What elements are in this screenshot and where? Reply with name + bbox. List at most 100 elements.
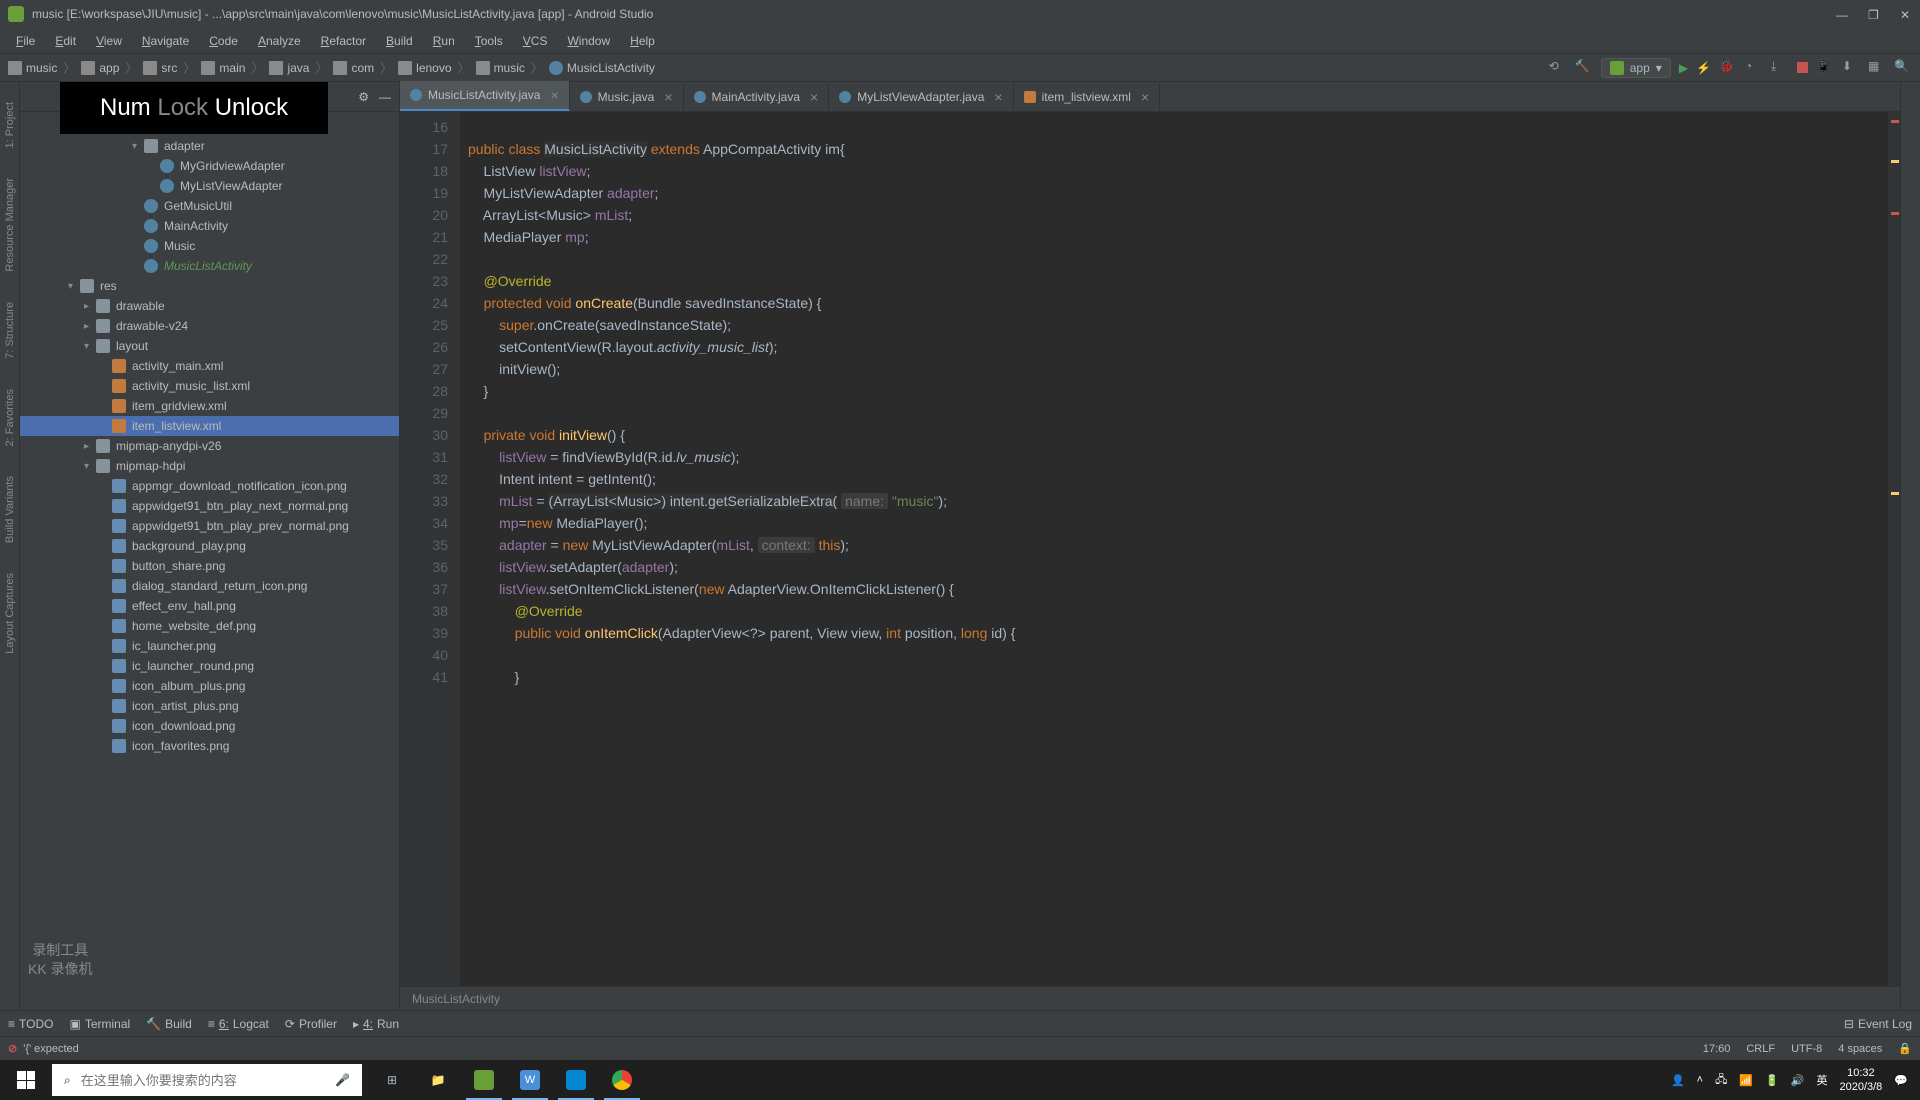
breadcrumb-class[interactable]: MusicListActivity xyxy=(412,992,500,1006)
tool-build-variants[interactable]: Build Variants xyxy=(4,476,16,543)
tab-MyListViewAdapter.java[interactable]: MyListViewAdapter.java× xyxy=(829,83,1013,111)
menu-code[interactable]: Code xyxy=(201,32,246,50)
tree-item[interactable]: icon_artist_plus.png xyxy=(20,696,399,716)
bottom-tab-profiler[interactable]: ⟳ Profiler xyxy=(285,1017,337,1031)
attach-icon[interactable]: ⤓ xyxy=(1771,59,1789,77)
status-CRLF[interactable]: CRLF xyxy=(1746,1043,1775,1055)
tree-item[interactable]: ▾mipmap-hdpi xyxy=(20,456,399,476)
avd-icon[interactable]: 📱 xyxy=(1816,59,1834,77)
tree-item[interactable]: ▾res xyxy=(20,276,399,296)
tab-close-icon[interactable]: × xyxy=(994,89,1002,105)
menu-file[interactable]: File xyxy=(8,32,43,50)
tree-item[interactable]: ▾layout xyxy=(20,336,399,356)
menu-build[interactable]: Build xyxy=(378,32,421,50)
tree-item[interactable]: dialog_standard_return_icon.png xyxy=(20,576,399,596)
tree-item[interactable]: MainActivity xyxy=(20,216,399,236)
code-content[interactable]: public class MusicListActivity extends A… xyxy=(460,112,1888,986)
tree-item[interactable]: item_gridview.xml xyxy=(20,396,399,416)
tool-2-favorites[interactable]: 2: Favorites xyxy=(4,389,16,446)
tree-item[interactable]: GetMusicUtil xyxy=(20,196,399,216)
tool-1-project[interactable]: 1: Project xyxy=(4,102,16,148)
menu-window[interactable]: Window xyxy=(559,32,618,50)
tray-chevron-icon[interactable]: ˄ xyxy=(1697,1074,1703,1086)
tool-7-structure[interactable]: 7: Structure xyxy=(4,302,16,359)
line-gutter[interactable]: 1617181920212223242526272829303132333435… xyxy=(400,112,460,986)
status-17:60[interactable]: 17:60 xyxy=(1703,1043,1731,1055)
battery-icon[interactable]: 🔋 xyxy=(1765,1074,1779,1087)
tree-item[interactable]: home_website_def.png xyxy=(20,616,399,636)
breadcrumb-java[interactable]: java xyxy=(269,61,309,75)
tree-item[interactable]: activity_main.xml xyxy=(20,356,399,376)
run-configuration[interactable]: app ▾ xyxy=(1601,58,1671,78)
close-button[interactable]: ✕ xyxy=(1900,8,1912,20)
wps-icon[interactable]: W xyxy=(508,1060,552,1100)
bottom-tab-build[interactable]: 🔨 Build xyxy=(146,1017,192,1031)
run-icon[interactable]: ▶ xyxy=(1679,61,1688,75)
tree-item[interactable]: ic_launcher_round.png xyxy=(20,656,399,676)
tab-item_listview.xml[interactable]: item_listview.xml× xyxy=(1014,83,1161,111)
start-button[interactable] xyxy=(4,1060,48,1100)
tab-close-icon[interactable]: × xyxy=(550,87,558,103)
tree-item[interactable]: activity_music_list.xml xyxy=(20,376,399,396)
tree-item[interactable]: appmgr_download_notification_icon.png xyxy=(20,476,399,496)
code-editor[interactable]: 1617181920212223242526272829303132333435… xyxy=(400,112,1900,986)
tab-MusicListActivity.java[interactable]: MusicListActivity.java× xyxy=(400,81,570,111)
breadcrumb-lenovo[interactable]: lenovo xyxy=(398,61,451,75)
tree-item[interactable]: effect_env_hall.png xyxy=(20,596,399,616)
menu-vcs[interactable]: VCS xyxy=(515,32,556,50)
tree-item[interactable]: background_play.png xyxy=(20,536,399,556)
hammer-icon[interactable]: 🔨 xyxy=(1575,59,1593,77)
chrome-icon[interactable] xyxy=(600,1060,644,1100)
menu-edit[interactable]: Edit xyxy=(47,32,84,50)
tool-resource-manager[interactable]: Resource Manager xyxy=(4,178,16,272)
notification-icon[interactable]: 💬 xyxy=(1894,1074,1908,1087)
bottom-tab-todo[interactable]: ≡ TODO xyxy=(8,1017,53,1031)
project-tree[interactable]: music▾adapterMyGridviewAdapterMyListView… xyxy=(20,112,399,1010)
status-UTF-8[interactable]: UTF-8 xyxy=(1791,1043,1822,1055)
volume-icon[interactable]: 🔊 xyxy=(1791,1074,1805,1087)
breadcrumb-music[interactable]: music xyxy=(476,61,525,75)
error-stripe[interactable] xyxy=(1888,112,1900,986)
menu-navigate[interactable]: Navigate xyxy=(134,32,197,50)
explorer-icon[interactable]: 📁 xyxy=(416,1060,460,1100)
people-icon[interactable]: 👤 xyxy=(1671,1074,1685,1087)
maximize-button[interactable]: ❐ xyxy=(1868,8,1880,20)
tree-item[interactable]: ic_launcher.png xyxy=(20,636,399,656)
mic-icon[interactable]: 🎤 xyxy=(335,1073,350,1087)
tree-item[interactable]: MyListViewAdapter xyxy=(20,176,399,196)
menu-analyze[interactable]: Analyze xyxy=(250,32,309,50)
tab-MainActivity.java[interactable]: MainActivity.java× xyxy=(684,83,830,111)
tab-close-icon[interactable]: × xyxy=(810,89,818,105)
tree-item[interactable]: ▸mipmap-anydpi-v26 xyxy=(20,436,399,456)
tree-item[interactable]: button_share.png xyxy=(20,556,399,576)
menu-tools[interactable]: Tools xyxy=(467,32,511,50)
breadcrumb-src[interactable]: src xyxy=(143,61,177,75)
breadcrumb-main[interactable]: main xyxy=(201,61,245,75)
tree-item[interactable]: appwidget91_btn_play_prev_normal.png xyxy=(20,516,399,536)
event-log-tab[interactable]: ⊟ Event Log xyxy=(1844,1017,1912,1031)
structure-icon[interactable]: ▦ xyxy=(1868,59,1886,77)
bottom-tab-logcat[interactable]: ≡6: Logcat xyxy=(208,1017,269,1031)
ime-icon[interactable]: 英 xyxy=(1816,1072,1827,1088)
tab-Music.java[interactable]: Music.java× xyxy=(570,83,684,111)
tab-close-icon[interactable]: × xyxy=(1141,89,1149,105)
search-input[interactable] xyxy=(81,1073,325,1088)
menu-refactor[interactable]: Refactor xyxy=(313,32,374,50)
tree-item[interactable]: icon_album_plus.png xyxy=(20,676,399,696)
breadcrumb-MusicListActivity[interactable]: MusicListActivity xyxy=(549,61,655,75)
taskbar-search[interactable]: ⌕ 🎤 xyxy=(52,1064,362,1096)
sdk-icon[interactable]: ⬇ xyxy=(1842,59,1860,77)
menu-run[interactable]: Run xyxy=(425,32,463,50)
lock-icon[interactable]: 🔒 xyxy=(1898,1042,1912,1055)
tree-item[interactable]: ▸drawable-v24 xyxy=(20,316,399,336)
breadcrumb-app[interactable]: app xyxy=(81,61,119,75)
tree-item[interactable]: MyGridviewAdapter xyxy=(20,156,399,176)
stop-icon[interactable] xyxy=(1797,62,1808,73)
menu-help[interactable]: Help xyxy=(622,32,663,50)
search-icon[interactable]: 🔍 xyxy=(1894,59,1912,77)
tree-item[interactable]: item_listview.xml xyxy=(20,416,399,436)
debug-icon[interactable]: 🐞 xyxy=(1719,59,1737,77)
task-view-icon[interactable]: ⊞ xyxy=(370,1060,414,1100)
android-studio-icon[interactable] xyxy=(462,1060,506,1100)
tab-close-icon[interactable]: × xyxy=(664,89,672,105)
